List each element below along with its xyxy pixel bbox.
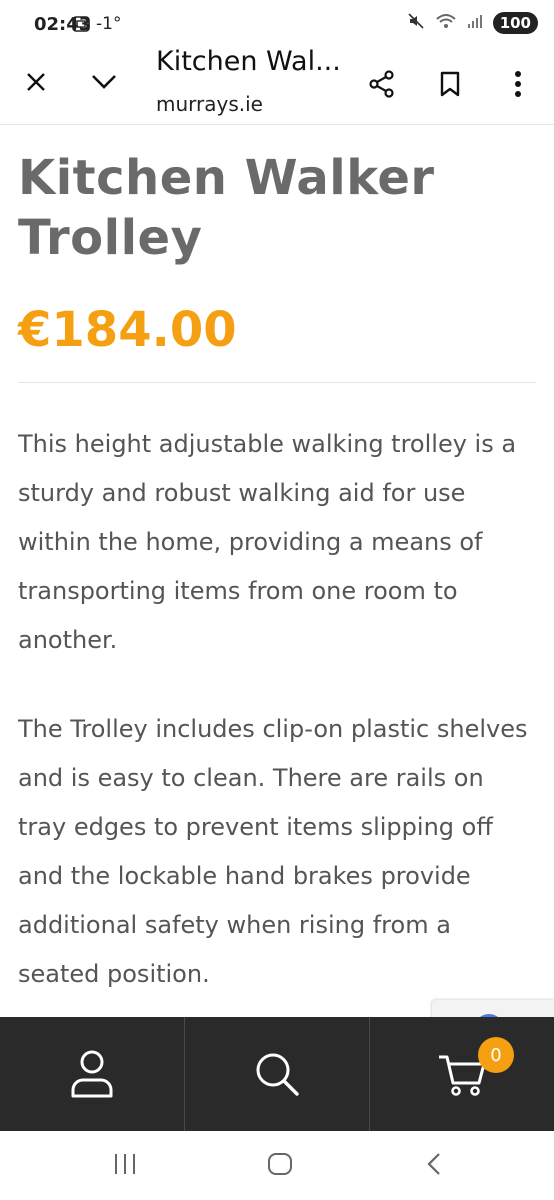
cart-button[interactable]: 0 <box>369 1017 554 1131</box>
browser-toolbar: Kitchen Wal... murrays.ie <box>0 46 554 125</box>
product-description-2: The Trolley includes clip-on plastic she… <box>18 715 528 988</box>
recent-apps-icon <box>115 1154 135 1174</box>
product-price: €184.00 <box>18 302 237 358</box>
account-icon <box>71 1050 113 1098</box>
more-options-button[interactable] <box>502 64 534 104</box>
chevron-down-icon <box>92 75 116 89</box>
mute-icon <box>407 12 425 34</box>
share-icon <box>369 70 394 98</box>
page-title: Kitchen Wal... <box>156 46 341 77</box>
divider <box>18 382 536 383</box>
search-icon <box>256 1053 299 1096</box>
minimize-button[interactable] <box>84 64 124 100</box>
search-button[interactable] <box>184 1017 369 1131</box>
home-button[interactable] <box>266 1151 294 1181</box>
bottom-nav: 0 <box>0 1017 554 1131</box>
product-description-1: This height adjustable walking trolley i… <box>18 430 517 654</box>
back-icon <box>427 1153 440 1175</box>
system-nav-bar <box>0 1131 554 1200</box>
page-url[interactable]: murrays.ie <box>156 92 263 116</box>
bookmark-button[interactable] <box>432 64 468 104</box>
bookmark-icon <box>440 71 460 97</box>
home-icon <box>268 1153 292 1175</box>
close-icon <box>27 73 45 91</box>
status-icons: 100 <box>407 12 538 34</box>
signal-icon <box>467 13 483 33</box>
recent-apps-button[interactable] <box>112 1151 138 1181</box>
cart-count-badge: 0 <box>478 1037 514 1073</box>
back-button[interactable] <box>424 1151 444 1181</box>
product-title: Kitchen Walker Trolley <box>18 150 435 266</box>
wifi-icon <box>435 12 457 34</box>
close-button[interactable] <box>18 64 54 100</box>
account-button[interactable] <box>0 1017 184 1131</box>
status-temperature: -1° <box>96 14 122 34</box>
more-vert-icon <box>515 71 521 97</box>
battery-level: 100 <box>492 12 538 34</box>
screenshot-icon <box>72 16 90 36</box>
status-bar: 02:43 -1° 100 <box>0 0 554 50</box>
share-button[interactable] <box>362 64 402 104</box>
